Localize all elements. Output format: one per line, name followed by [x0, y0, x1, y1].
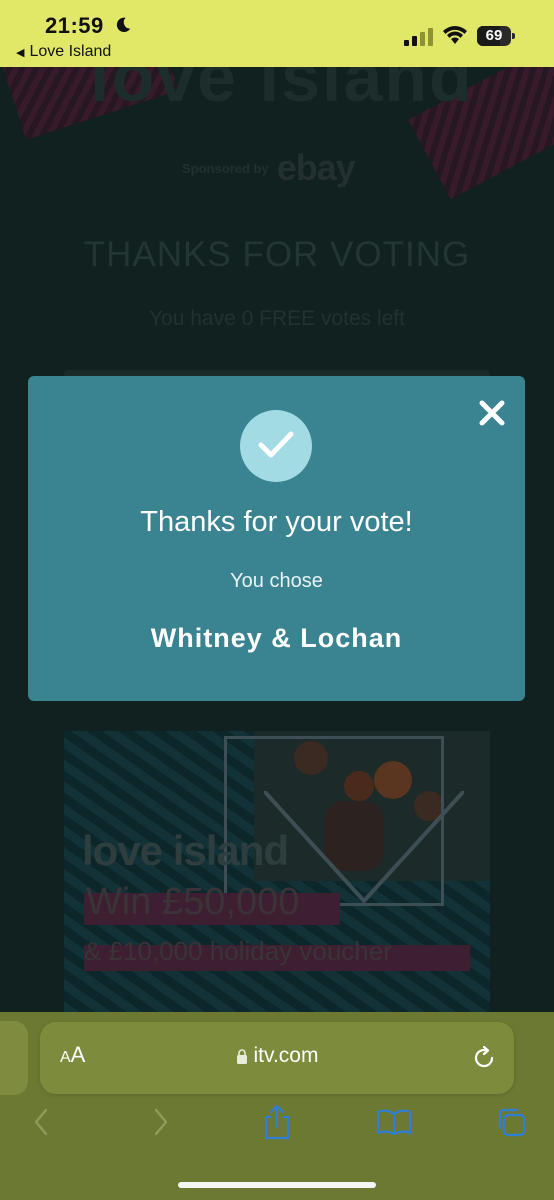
promo-logo: love island — [82, 827, 289, 874]
status-bar: 21:59 ◀ Love Island 69 — [0, 0, 554, 67]
sponsor-logo: ebay — [276, 147, 356, 188]
vote-confirmation-modal: Thanks for your vote! You chose Whitney … — [28, 376, 525, 701]
wifi-icon — [443, 26, 467, 44]
home-indicator — [178, 1182, 376, 1188]
moon-icon — [116, 17, 131, 33]
checkmark-icon — [258, 431, 294, 458]
modal-title: Thanks for your vote! — [140, 506, 413, 538]
share-icon — [264, 1104, 290, 1140]
tabs-icon — [498, 1108, 526, 1137]
back-app-label: Love Island — [29, 43, 112, 60]
chose-label: You chose — [230, 570, 323, 592]
sponsor-line: Sponsored by ebay — [182, 147, 356, 189]
battery-level-text: 69 — [485, 27, 503, 44]
promo-prize-text: Win £50,000 — [86, 881, 300, 923]
votes-remaining-text: You have 0 FREE votes left — [148, 307, 406, 330]
page-heading: THANKS FOR VOTING — [83, 235, 471, 274]
chosen-couple: Whitney & Lochan — [150, 623, 403, 653]
clock-time: 21:59 — [45, 13, 104, 38]
lock-icon — [236, 1048, 247, 1064]
promo-extra-text: & £10,000 holiday voucher — [84, 936, 392, 966]
love-island-logo: love island — [90, 67, 474, 116]
back-to-app-link[interactable]: ◀ Love Island — [16, 43, 111, 61]
forward-button[interactable] — [141, 1102, 181, 1142]
close-icon — [479, 400, 505, 426]
success-badge — [240, 410, 312, 482]
previous-tab-peek[interactable] — [0, 1021, 28, 1095]
battery-indicator: 69 — [477, 26, 515, 46]
reload-icon[interactable] — [470, 1044, 498, 1072]
tabs-button[interactable] — [491, 1102, 531, 1142]
close-button[interactable] — [475, 396, 509, 430]
browser-bottom-bar: AA itv.com — [0, 1012, 554, 1200]
promo-banner[interactable]: love island Win £50,000 & £10,000 holida… — [64, 731, 490, 1012]
browser-toolbar — [0, 1102, 554, 1142]
bookmarks-button[interactable] — [374, 1102, 414, 1142]
sponsor-label: Sponsored by — [182, 160, 269, 176]
chevron-right-icon — [154, 1108, 168, 1136]
book-icon — [376, 1109, 412, 1136]
back-button[interactable] — [21, 1102, 61, 1142]
url-text: itv.com — [253, 1044, 319, 1067]
address-bar[interactable]: AA itv.com — [40, 1022, 514, 1094]
share-button[interactable] — [257, 1102, 297, 1142]
url-display: itv.com — [40, 1044, 514, 1068]
back-triangle-icon: ◀ — [16, 46, 25, 59]
cellular-signal-icon — [404, 28, 433, 46]
chevron-left-icon — [34, 1108, 48, 1136]
